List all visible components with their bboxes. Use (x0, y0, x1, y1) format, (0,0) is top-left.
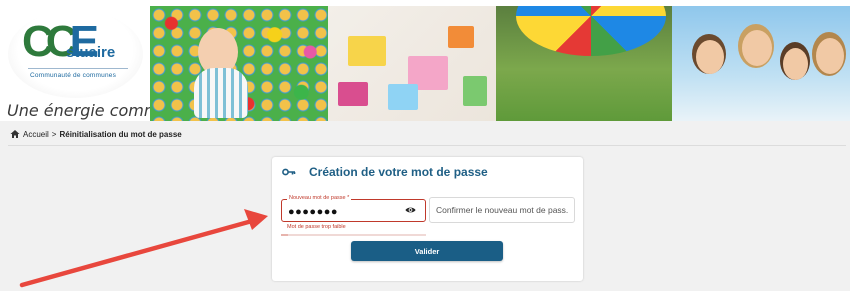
new-password-field[interactable]: Nouveau mot de passe * ●●●●●●● (281, 195, 426, 222)
site-logo[interactable]: CCE stuaire Communauté de communes (8, 10, 143, 98)
home-icon[interactable] (10, 129, 20, 139)
banner-face (816, 38, 844, 74)
breadcrumb-separator: > (51, 129, 57, 139)
breadcrumb-divider (8, 145, 846, 146)
new-password-label: Nouveau mot de passe * (287, 195, 352, 201)
logo-subtitle: Communauté de communes (30, 72, 117, 79)
banner-face (783, 48, 808, 80)
banner-photo-ball-pit (150, 6, 328, 121)
form-title: Création de votre mot de passe (309, 165, 488, 179)
breadcrumb-home-link[interactable]: Accueil (23, 130, 49, 139)
submit-button[interactable]: Valider (351, 241, 503, 261)
logo-brand-word: stuaire (66, 44, 116, 61)
logo-divider (28, 68, 128, 69)
breadcrumb: Accueil > Réinitialisation du mot de pas… (10, 128, 182, 140)
banner-shape (338, 82, 368, 106)
banner-parachute (516, 6, 666, 56)
banner-photo-parachute-game (496, 6, 672, 121)
site-header: CCE stuaire Communauté de communes Une é… (0, 0, 850, 121)
breadcrumb-current: Réinitialisation du mot de passe (59, 129, 182, 139)
password-error-message: Mot de passe trop faible (287, 224, 346, 230)
banner-figure-shirt (194, 68, 248, 118)
banner-face (742, 30, 772, 66)
confirm-password-field[interactable] (429, 197, 575, 223)
banner-shape (448, 26, 474, 48)
banner-photo-crafts (328, 6, 496, 121)
banner-photo-teenagers (672, 6, 850, 121)
banner-face (696, 40, 724, 74)
password-strength-fill (281, 234, 289, 236)
banner-shape (463, 76, 487, 106)
banner-shape (348, 36, 386, 66)
password-strength-bar (281, 234, 426, 236)
password-form-card: Création de votre mot de passe Nouveau m… (272, 157, 583, 281)
eye-icon[interactable] (405, 206, 416, 214)
new-password-value[interactable]: ●●●●●●● (288, 206, 338, 218)
key-icon (282, 168, 296, 176)
banner-shape (388, 84, 418, 110)
